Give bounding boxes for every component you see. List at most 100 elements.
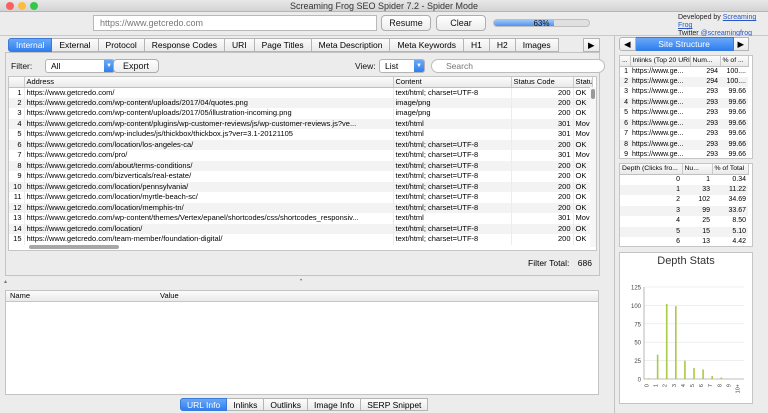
inlinks-table[interactable]: ... Inlinks (Top 20 URI) Num...% of ... 1h… [619, 55, 753, 159]
detail-col-value: Value [160, 291, 179, 300]
table-row[interactable]: 4 https://www.ge... 293 99.66 [620, 97, 748, 108]
table-row[interactable]: 2 102 34.69 [620, 195, 748, 206]
urls-table[interactable]: AddressContentStatus CodeStatus 1https:/… [8, 76, 597, 251]
table-row[interactable]: 9 https://www.ge... 293 99.66 [620, 150, 748, 159]
table-row[interactable]: 15 https://www.getcredo.com/team-member/f… [9, 234, 593, 245]
row-number-header[interactable] [9, 77, 25, 88]
tab-serp-snippet[interactable]: SERP Snippet [361, 398, 429, 411]
zoom-window-icon[interactable] [30, 2, 38, 10]
tab-images[interactable]: Images [515, 38, 559, 52]
column-header[interactable]: Status Code [511, 77, 574, 88]
tabs-scroll-right-icon[interactable]: ▶ [583, 38, 600, 52]
filter-label: Filter: [11, 61, 33, 71]
table-cell: 99.66 [728, 151, 746, 159]
scroll-thumb[interactable] [591, 89, 595, 99]
clear-button[interactable]: Clear [436, 15, 486, 31]
tab-protocol[interactable]: Protocol [98, 38, 145, 52]
close-window-icon[interactable] [6, 2, 14, 10]
table-cell: https://www.getcredo.com/wp-content/uplo… [24, 108, 394, 119]
collapse-up-icon[interactable]: ▴ [4, 278, 7, 285]
table-row[interactable]: 14 https://www.getcredo.com/location/text… [9, 223, 593, 234]
table-row[interactable]: 5 15 5.10 [620, 226, 748, 237]
y-tick-label: 75 [634, 322, 641, 328]
resume-button[interactable]: Resume [381, 15, 431, 31]
column-header[interactable]: Depth (Clicks fro... [620, 164, 683, 175]
column-header[interactable]: Inlinks (Top 20 URI) [630, 56, 691, 67]
table-row[interactable]: 3 https://www.ge... 293 99.66 [620, 87, 748, 98]
table-cell: text/html [393, 129, 512, 140]
tab-h2[interactable]: H2 [489, 38, 516, 52]
minimize-window-icon[interactable] [18, 2, 26, 10]
tab-meta-keywords[interactable]: Meta Keywords [390, 38, 465, 52]
table-cell: 200 [511, 160, 574, 171]
column-header[interactable]: Content [393, 77, 512, 88]
url-input[interactable] [93, 15, 377, 31]
right-tabs-right-icon[interactable]: ▶ [733, 37, 750, 51]
table-row[interactable]: 4 https://www.getcredo.com/wp-content/plu… [9, 118, 593, 129]
table-row[interactable]: 7 https://www.getcredo.com/pro/text/html;… [9, 150, 593, 161]
table-row[interactable]: 1 33 11.22 [620, 184, 748, 195]
table-row[interactable]: 8 https://www.ge... 293 99.66 [620, 139, 748, 150]
table-row[interactable]: 2 https://www.getcredo.com/wp-content/upl… [9, 97, 593, 108]
tab-site-structure[interactable]: Site Structure [635, 37, 734, 51]
tab-internal[interactable]: Internal [8, 38, 53, 52]
tab-url-info[interactable]: URL Info [180, 398, 228, 411]
table-row[interactable]: 1 https://www.getcredo.com/text/html; cha… [9, 87, 593, 98]
table-vertical-scrollbar[interactable] [590, 87, 596, 247]
tab-uri[interactable]: URI [224, 38, 255, 52]
table-row[interactable]: 3 99 33.67 [620, 205, 748, 216]
tab-external[interactable]: External [52, 38, 99, 52]
table-cell: text/html; charset=UTF-8 [393, 234, 512, 245]
table-row[interactable]: 3 https://www.getcredo.com/wp-content/upl… [9, 108, 593, 119]
tab-meta-description[interactable]: Meta Description [311, 38, 391, 52]
column-header[interactable]: Nu... [682, 164, 713, 175]
column-header[interactable]: ... [620, 56, 631, 67]
table-row[interactable]: 6 https://www.getcredo.com/location/los-a… [9, 139, 593, 150]
table-row[interactable]: 5 https://www.getcredo.com/wp-includes/js… [9, 129, 593, 140]
table-row[interactable]: 9 https://www.getcredo.com/bizverticals/r… [9, 171, 593, 182]
table-row[interactable]: 1 https://www.ge... 294 100.... [620, 66, 748, 77]
table-cell: 8.50 [732, 217, 746, 225]
table-row[interactable]: 0 1 0.34 [620, 174, 748, 185]
table-row[interactable]: 4 25 8.50 [620, 216, 748, 227]
column-header[interactable]: Num... [690, 56, 721, 67]
tab-response-codes[interactable]: Response Codes [144, 38, 225, 52]
table-cell: https://www.getcredo.com/ [24, 87, 394, 98]
table-cell: 12 [9, 202, 25, 213]
tab-inlinks[interactable]: Inlinks [227, 398, 265, 411]
table-cell: 25 [702, 217, 710, 225]
table-horizontal-scrollbar[interactable] [29, 245, 119, 249]
x-tick-label: 4 [681, 384, 687, 387]
table-row[interactable]: 8 https://www.getcredo.com/about/terms-co… [9, 160, 593, 171]
splitter-handle-icon[interactable]: • [300, 278, 302, 284]
table-cell: 99.66 [720, 97, 748, 108]
column-header[interactable]: % of Total [712, 164, 749, 175]
tab-outlinks[interactable]: Outlinks [264, 398, 309, 411]
tab-page-titles[interactable]: Page Titles [254, 38, 312, 52]
tab-h1[interactable]: H1 [464, 38, 490, 52]
table-cell: 200 [511, 181, 574, 192]
tab-image-info[interactable]: Image Info [308, 398, 362, 411]
column-header[interactable]: Address [24, 77, 394, 88]
table-cell: 2 [676, 196, 680, 204]
table-row[interactable]: 6 https://www.ge... 293 99.66 [620, 118, 748, 129]
table-row[interactable]: 11 https://www.getcredo.com/location/myrt… [9, 192, 593, 203]
table-cell: text/html; charset=UTF-8 [393, 139, 512, 150]
table-row[interactable]: 2 https://www.ge... 294 100.... [620, 76, 748, 87]
panel-splitter[interactable]: ▴ • [0, 278, 606, 286]
table-row[interactable]: 6 13 4.42 [620, 237, 748, 246]
search-input[interactable] [431, 59, 605, 73]
table-row[interactable]: 7 https://www.ge... 293 99.66 [620, 129, 748, 140]
view-select[interactable]: List ▼ [379, 59, 425, 73]
depth-table[interactable]: Depth (Clicks fro... Nu...% of Total 0 1 0.… [619, 163, 753, 247]
column-header[interactable]: % of ... [720, 56, 749, 67]
table-cell: https://www.ge... [632, 88, 684, 96]
filter-select[interactable]: All ▼ [45, 59, 115, 73]
table-row[interactable]: 12 https://www.getcredo.com/location/memp… [9, 202, 593, 213]
table-row[interactable]: 10 https://www.getcredo.com/location/penn… [9, 181, 593, 192]
right-tabs-left-icon[interactable]: ◀ [619, 37, 636, 51]
table-row[interactable]: 5 https://www.ge... 293 99.66 [620, 108, 748, 119]
table-row[interactable]: 13 https://www.getcredo.com/wp-content/th… [9, 213, 593, 224]
export-button[interactable]: Export [113, 59, 159, 73]
column-header[interactable]: Status [573, 77, 593, 88]
